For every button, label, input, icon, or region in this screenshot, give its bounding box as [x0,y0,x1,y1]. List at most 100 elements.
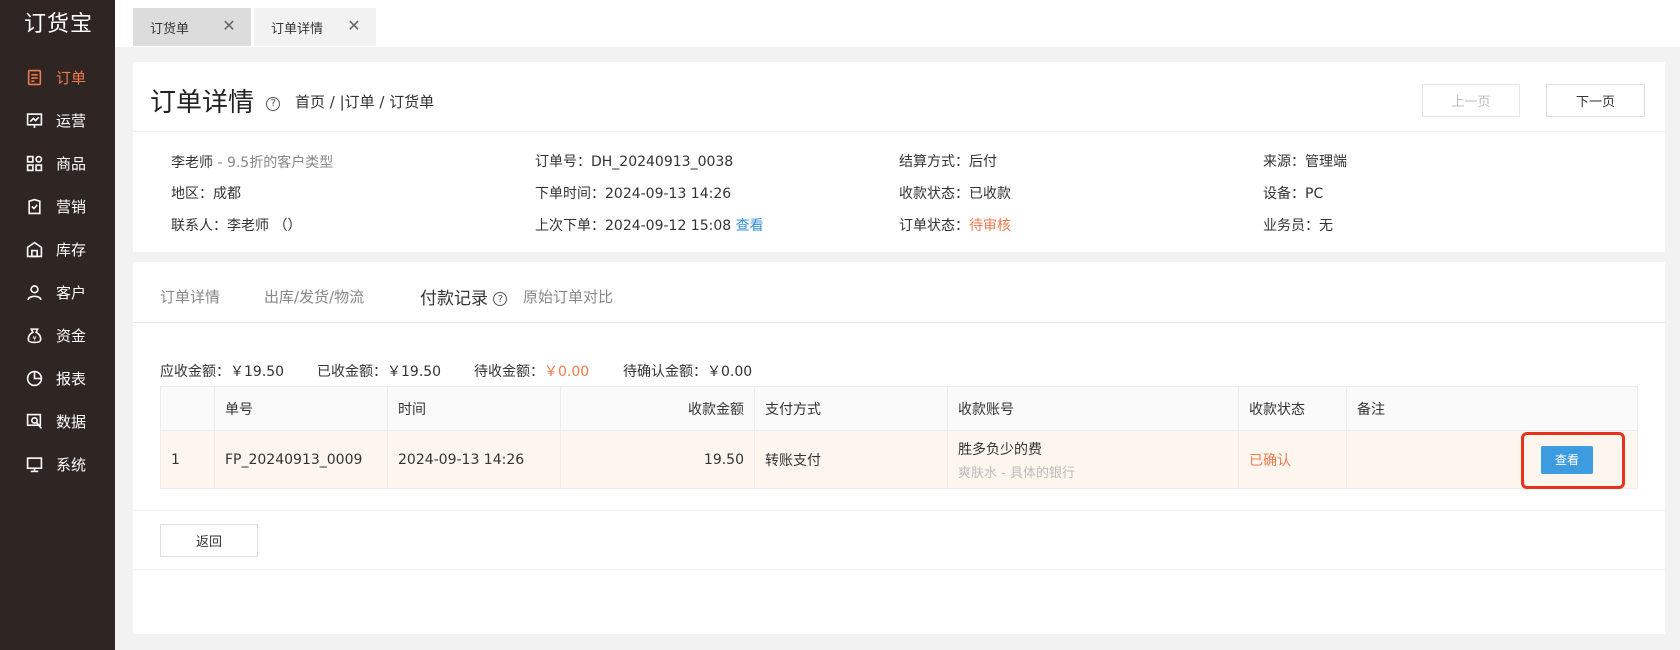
page-title: 订单详情 ? [150,82,281,119]
region: 地区：成都 [171,186,241,202]
breadcrumb[interactable]: 首页 / |订单 / 订货单 [295,91,434,112]
tab-shipping[interactable]: 出库/发货/物流 [264,286,364,307]
tab-order-detail-info[interactable]: 订单详情 [160,286,220,307]
close-icon[interactable]: ✕ [346,18,362,34]
divider [133,510,1665,511]
app-logo: 订货宝 [24,12,94,37]
view-last-order-link[interactable]: 查看 [736,218,764,234]
receivable-value: ￥19.50 [230,364,285,380]
tab-label: 付款记录 [420,289,488,309]
operations-icon [26,112,43,129]
cell-time: 2024-09-13 14:26 [387,430,561,489]
tab-label: 订货单 [150,21,190,37]
source: 来源：管理端 [1263,154,1347,170]
products-icon [26,155,43,172]
divider [133,569,1665,570]
marketing-icon [26,198,43,215]
tab-original-order-compare[interactable]: 原始订单对比 [523,286,613,307]
divider [133,322,1665,323]
sidebar-item-label: 资金 [56,327,87,345]
sidebar-item-label: 数据 [56,413,87,431]
contact: 联系人：李老师 （） [171,218,302,234]
pending-value: ￥0.00 [544,364,590,380]
tab-bar: 订货单 ✕ 订单详情 ✕ [115,0,1680,47]
cell-method: 转账支付 [754,430,948,489]
unconfirmed-amount: 待确认金额：￥0.00 [623,361,752,381]
receivable-amount: 应收金额：￥19.50 [160,361,284,381]
tab-payment-records[interactable]: 付款记录 ? [420,284,508,309]
order-time: 下单时间：2024-09-13 14:26 [535,186,732,202]
inventory-icon [26,241,43,258]
column-header-account: 收款账号 [947,386,1239,431]
sidebar-item-funds[interactable]: ¥ 资金 [0,314,115,357]
sidebar-item-label: 运营 [56,112,87,130]
order-number: 订单号：DH_20240913_0038 [535,154,734,170]
funds-icon: ¥ [26,327,43,344]
pending-label: 待收金额： [474,364,544,380]
prev-page-button[interactable]: 上一页 [1422,84,1520,117]
column-header-index [160,386,215,431]
sidebar-item-label: 库存 [56,241,87,259]
cell-account: 胜多负少的费 爽肤水 - 具体的银行 [947,430,1239,489]
sidebar-item-label: 订单 [56,69,87,87]
received-value: ￥19.50 [387,364,442,380]
sidebar-item-products[interactable]: 商品 [0,142,115,185]
help-icon[interactable]: ? [266,96,281,111]
unconfirmed-value: ￥0.00 [707,364,753,380]
divider [133,131,1665,132]
sidebar-item-order[interactable]: 订单 [0,56,115,99]
device: 设备：PC [1263,186,1324,202]
svg-text:¥: ¥ [32,334,36,342]
column-header-time: 时间 [387,386,561,431]
customer-icon [26,284,43,301]
received-amount: 已收金额：￥19.50 [317,361,441,381]
column-header-number: 单号 [214,386,388,431]
last-order-text: 上次下单：2024-09-12 15:08 [535,218,732,234]
cell-status: 已确认 [1238,430,1347,489]
payment-status: 收款状态：已收款 [899,186,1011,202]
tab-order-detail[interactable]: 订单详情 ✕ [254,8,376,46]
pending-amount: 待收金额：￥0.00 [474,361,589,381]
page-title-text: 订单详情 [150,88,255,118]
sidebar-item-report[interactable]: 报表 [0,357,115,400]
column-header-remark: 备注 [1346,386,1638,431]
order-status: 订单状态：待审核 [899,215,1011,235]
help-icon[interactable]: ? [493,292,508,306]
sidebar-item-data[interactable]: 数据 [0,400,115,443]
sidebar-item-customer[interactable]: 客户 [0,271,115,314]
report-icon [26,370,43,387]
customer-name-text: 李老师 [171,155,213,171]
highlight-box [1521,432,1625,489]
sidebar: 订货宝 订单 运营 商品 营销 库存 客户 ¥ 资金 报表 数据 系统 [0,0,115,650]
order-status-label: 订单状态： [899,218,969,234]
cell-number: FP_20240913_0009 [214,430,388,489]
tab-label: 订单详情 [271,21,324,37]
sidebar-item-label: 商品 [56,155,87,173]
next-page-button[interactable]: 下一页 [1546,84,1645,117]
settlement: 结算方式：后付 [899,154,997,170]
sidebar-item-inventory[interactable]: 库存 [0,228,115,271]
column-header-method: 支付方式 [754,386,948,431]
sidebar-item-label: 营销 [56,198,87,216]
close-icon[interactable]: ✕ [221,18,237,34]
tab-order-list[interactable]: 订货单 ✕ [133,8,251,46]
sidebar-item-label: 系统 [56,456,87,474]
column-header-status: 收款状态 [1238,386,1347,431]
received-label: 已收金额： [317,364,387,380]
last-order: 上次下单：2024-09-12 15:08 查看 [535,215,764,235]
cell-amount: 19.50 [560,430,755,489]
account-bank: 爽肤水 - 具体的银行 [958,465,1075,481]
table-header-row: 单号 时间 收款金额 支付方式 收款账号 收款状态 备注 [160,386,1638,431]
order-status-value: 待审核 [969,218,1011,234]
unconfirmed-label: 待确认金额： [623,364,707,380]
payment-records-table: 单号 时间 收款金额 支付方式 收款账号 收款状态 备注 1 FP_202409… [160,386,1638,489]
sidebar-item-marketing[interactable]: 营销 [0,185,115,228]
sidebar-item-system[interactable]: 系统 [0,443,115,486]
table-row: 1 FP_20240913_0009 2024-09-13 14:26 19.5… [160,430,1638,489]
account-name: 胜多负少的费 [958,441,1042,458]
back-button[interactable]: 返回 [160,524,258,557]
column-header-amount: 收款金额 [560,386,755,431]
customer-type: - 9.5折的客户类型 [213,155,334,171]
sidebar-item-operations[interactable]: 运营 [0,99,115,142]
sidebar-item-label: 报表 [56,370,87,388]
